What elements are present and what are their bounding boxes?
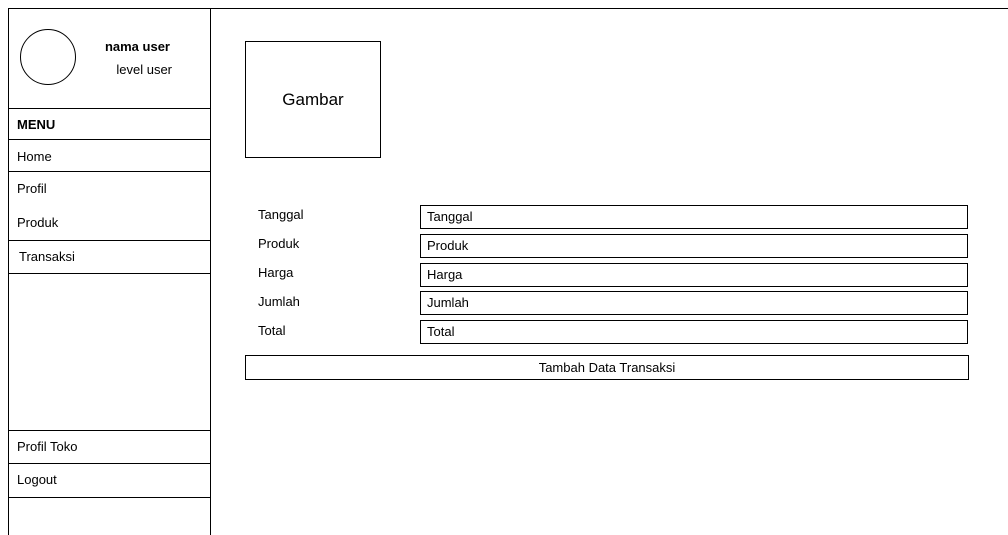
harga-input[interactable]: Harga xyxy=(420,263,968,287)
harga-label: Harga xyxy=(258,265,294,280)
sidebar-item-logout[interactable]: Logout xyxy=(9,464,210,498)
total-input[interactable]: Total xyxy=(420,320,968,344)
tanggal-input[interactable]: Tanggal xyxy=(420,205,968,229)
produk-label: Produk xyxy=(258,236,300,251)
sidebar: nama user level user MENU Home Profil Pr… xyxy=(8,8,211,535)
jumlah-label: Jumlah xyxy=(258,294,300,309)
total-label: Total xyxy=(258,323,286,338)
menu-heading: MENU xyxy=(9,109,210,140)
avatar xyxy=(20,29,76,85)
sidebar-item-profil-toko[interactable]: Profil Toko xyxy=(9,430,210,464)
sidebar-item-produk[interactable]: Produk xyxy=(9,207,210,238)
image-placeholder: Gambar xyxy=(245,41,381,158)
sidebar-item-profil[interactable]: Profil xyxy=(9,173,210,203)
sidebar-item-transaksi[interactable]: Transaksi xyxy=(8,240,211,274)
tambah-data-transaksi-button[interactable]: Tambah Data Transaksi xyxy=(245,355,969,380)
jumlah-input[interactable]: Jumlah xyxy=(420,291,968,315)
user-profile: nama user level user xyxy=(9,8,210,109)
user-name: nama user xyxy=(104,39,170,54)
produk-input[interactable]: Produk xyxy=(420,234,968,258)
tanggal-label: Tanggal xyxy=(258,207,304,222)
sidebar-item-home[interactable]: Home xyxy=(9,141,210,172)
user-level: level user xyxy=(116,62,172,77)
